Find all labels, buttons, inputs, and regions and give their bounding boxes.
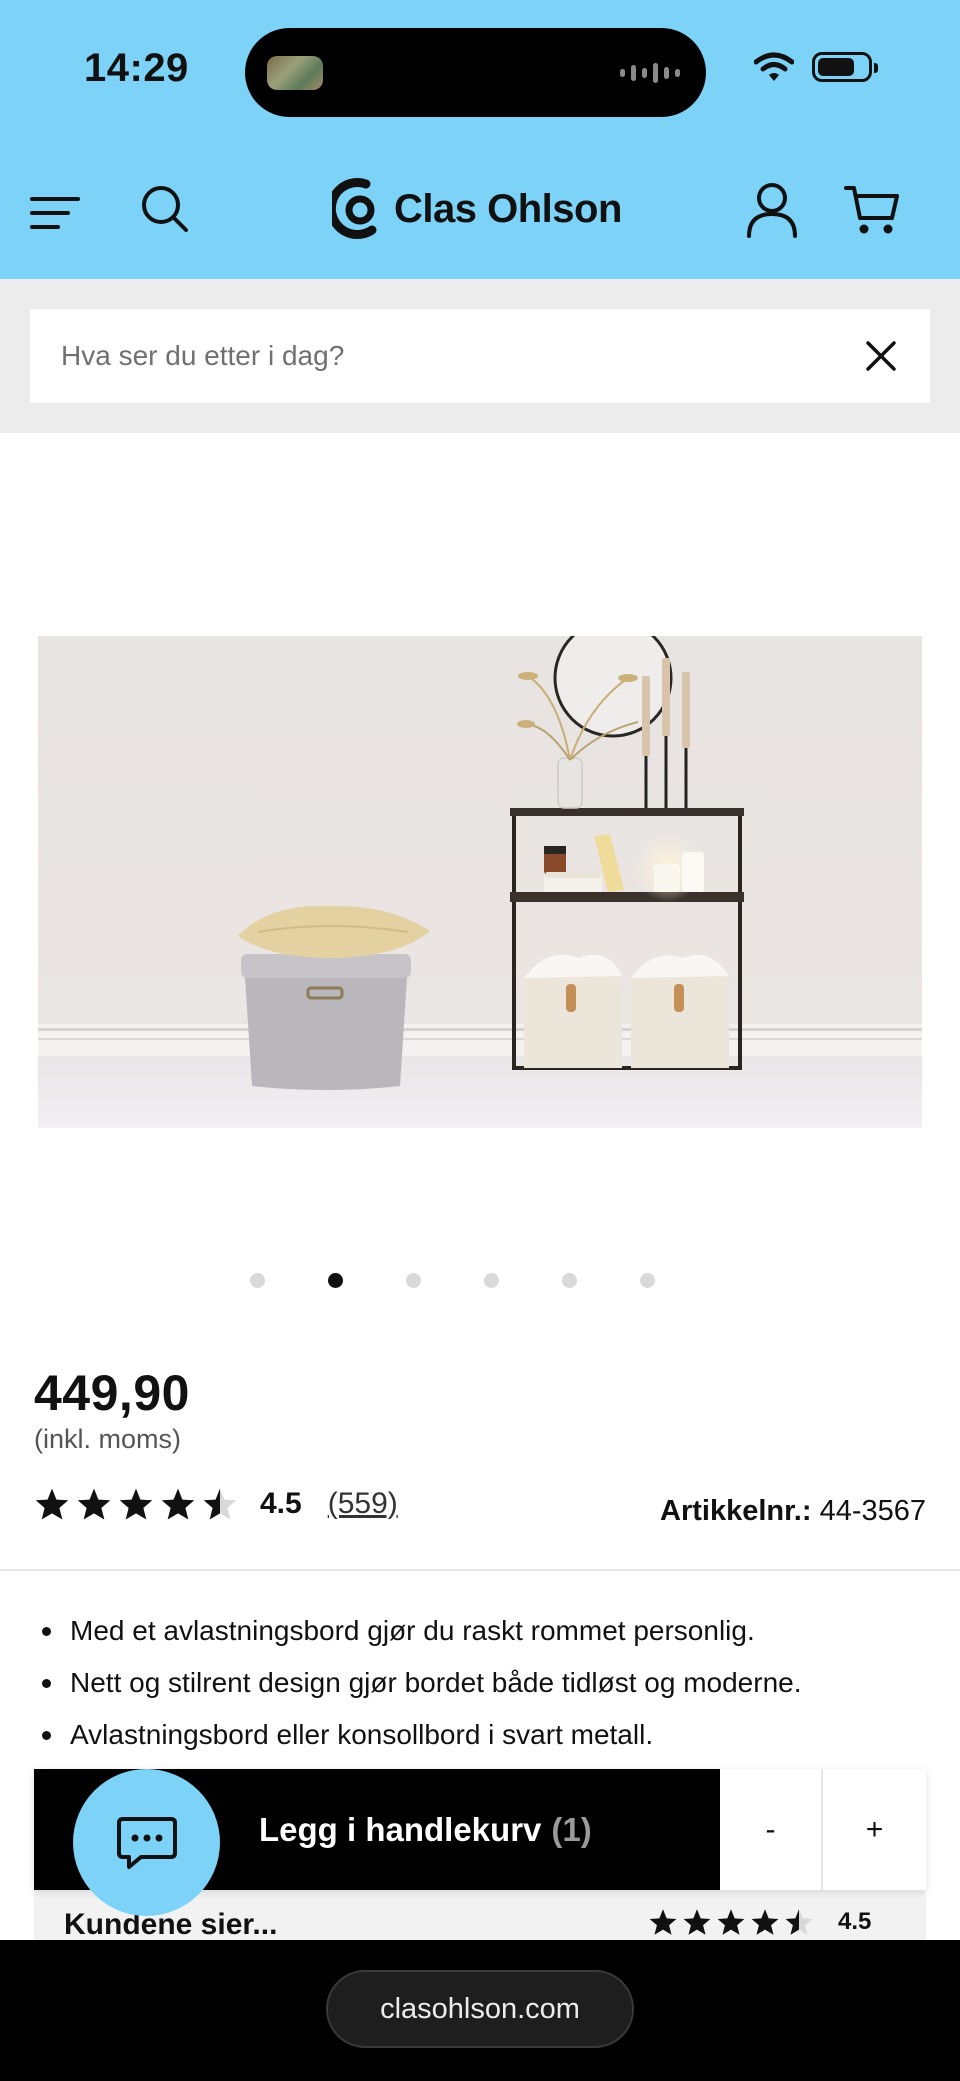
search-button[interactable]: [138, 182, 192, 236]
status-time: 14:29: [84, 46, 189, 90]
product-photo: [38, 636, 922, 1128]
search-area: [0, 279, 960, 433]
reviews-stars: [648, 1908, 814, 1936]
product-price: 449,90: [34, 1365, 190, 1421]
quantity-decrease-button[interactable]: -: [720, 1769, 823, 1890]
wifi-icon: [754, 52, 794, 81]
product-image[interactable]: [38, 636, 922, 1128]
account-button[interactable]: [744, 180, 800, 240]
status-icons: [754, 52, 878, 82]
highlight-item: Avlastningsbord eller konsollbord i svar…: [34, 1709, 802, 1761]
review-count-link[interactable]: (559): [328, 1487, 398, 1521]
battery-icon: [812, 52, 878, 82]
shopping-cart-icon: [844, 186, 899, 234]
carousel-dot[interactable]: [250, 1273, 265, 1288]
brand-name: Clas Ohlson: [394, 186, 622, 231]
carousel-dot[interactable]: [640, 1273, 655, 1288]
hamburger-menu-icon: [30, 197, 80, 229]
reviews-title: Kundene sier...: [64, 1908, 278, 1940]
star-full-icon: [35, 1488, 69, 1520]
star-half-icon: [203, 1488, 237, 1520]
carousel-dot[interactable]: [484, 1273, 499, 1288]
highlight-item: Med et avlastningsbord gjør du raskt rom…: [34, 1605, 802, 1657]
chat-icon: [116, 1816, 177, 1869]
cart-quantity-count: (1): [551, 1810, 592, 1848]
now-playing-thumbnail: [267, 56, 323, 90]
add-to-cart-label: Legg i handlekurv: [259, 1810, 542, 1848]
dynamic-island: [245, 28, 706, 117]
search-icon: [142, 186, 188, 232]
star-full-icon: [649, 1909, 677, 1935]
section-divider: [0, 1569, 960, 1571]
brand-logo[interactable]: Clas Ohlson: [332, 178, 622, 240]
highlight-item: Nett og stilrent design gjør bordet både…: [34, 1657, 802, 1709]
search-input[interactable]: [61, 326, 821, 386]
article-number-label: Artikkelnr.:: [660, 1495, 812, 1527]
clear-search-button[interactable]: [862, 337, 900, 375]
product-rating[interactable]: 4.5 (559): [34, 1487, 398, 1521]
browser-bottom-bar: clasohlson.com: [0, 1940, 960, 2081]
rating-stars: [34, 1487, 238, 1521]
star-half-icon: [785, 1909, 813, 1935]
product-highlights: Med et avlastningsbord gjør du raskt rom…: [34, 1605, 802, 1761]
star-full-icon: [119, 1488, 153, 1520]
carousel-dot[interactable]: [406, 1273, 421, 1288]
carousel-dots: [0, 1270, 960, 1290]
star-full-icon: [161, 1488, 195, 1520]
price-vat-note: (inkl. moms): [34, 1424, 181, 1454]
carousel-dot[interactable]: [562, 1273, 577, 1288]
search-box: [30, 309, 930, 403]
clas-ohlson-logo-icon: [332, 178, 377, 239]
rating-value: 4.5: [260, 1487, 302, 1520]
star-full-icon: [717, 1909, 745, 1935]
user-icon: [747, 183, 797, 238]
cart-button[interactable]: [842, 180, 902, 240]
reviews-rating-value: 4.5: [838, 1908, 872, 1935]
article-number-value: 44-3567: [819, 1495, 926, 1527]
url-bar[interactable]: clasohlson.com: [326, 1970, 634, 2048]
menu-button[interactable]: [28, 186, 82, 240]
star-full-icon: [77, 1488, 111, 1520]
app-header: 14:29 Clas Ohlson: [0, 0, 960, 279]
article-number: Artikkelnr.: 44-3567: [660, 1495, 926, 1528]
star-full-icon: [683, 1909, 711, 1935]
chat-button[interactable]: [73, 1769, 220, 1916]
carousel-dot-active[interactable]: [328, 1273, 343, 1288]
quantity-increase-button[interactable]: +: [823, 1769, 926, 1890]
star-full-icon: [751, 1909, 779, 1935]
close-icon: [866, 341, 896, 371]
audio-wave-icon: [620, 62, 680, 84]
